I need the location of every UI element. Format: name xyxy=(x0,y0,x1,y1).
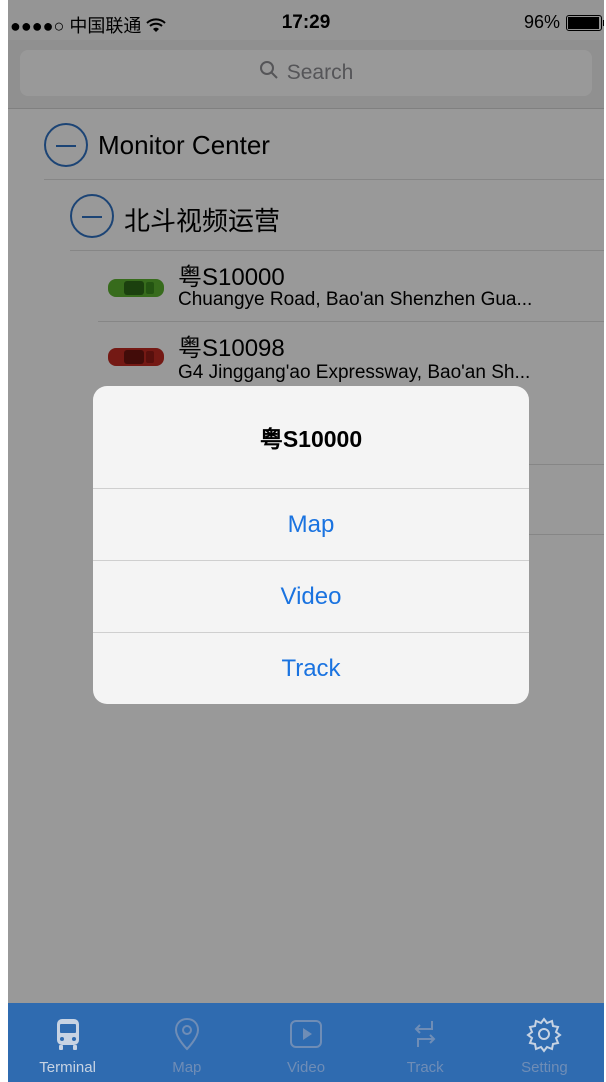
dialog-title: 粤S10000 xyxy=(259,426,363,452)
app-screen: ●●●●○ 中国联通 17:29 96% Search Monitor Cent… xyxy=(8,0,604,1082)
tab-label: Video xyxy=(286,1059,326,1076)
gear-icon xyxy=(526,1017,563,1053)
bus-icon xyxy=(56,1019,79,1050)
action-dialog: 粤S10000 Map Video Track xyxy=(93,386,529,704)
tab-setting[interactable]: Setting xyxy=(485,1003,604,1082)
play-icon xyxy=(290,1020,322,1048)
tab-track[interactable]: Track xyxy=(366,1003,485,1082)
tab-label: Setting xyxy=(521,1059,568,1076)
track-action-button[interactable]: Track xyxy=(93,633,529,704)
map-action-button[interactable]: Map xyxy=(93,489,529,560)
tab-label: Map xyxy=(172,1059,202,1076)
track-arrows-icon xyxy=(414,1021,436,1047)
tab-map[interactable]: Map xyxy=(127,1003,246,1082)
video-action-button[interactable]: Video xyxy=(93,561,529,632)
tab-label: Track xyxy=(406,1059,444,1076)
map-pin-icon xyxy=(174,1017,199,1051)
tab-label: Terminal xyxy=(39,1059,96,1076)
tab-video[interactable]: Video xyxy=(246,1003,365,1082)
tab-terminal[interactable]: Terminal xyxy=(8,1003,127,1082)
tab-bar: Terminal Map Video Track Setting xyxy=(8,1003,604,1082)
